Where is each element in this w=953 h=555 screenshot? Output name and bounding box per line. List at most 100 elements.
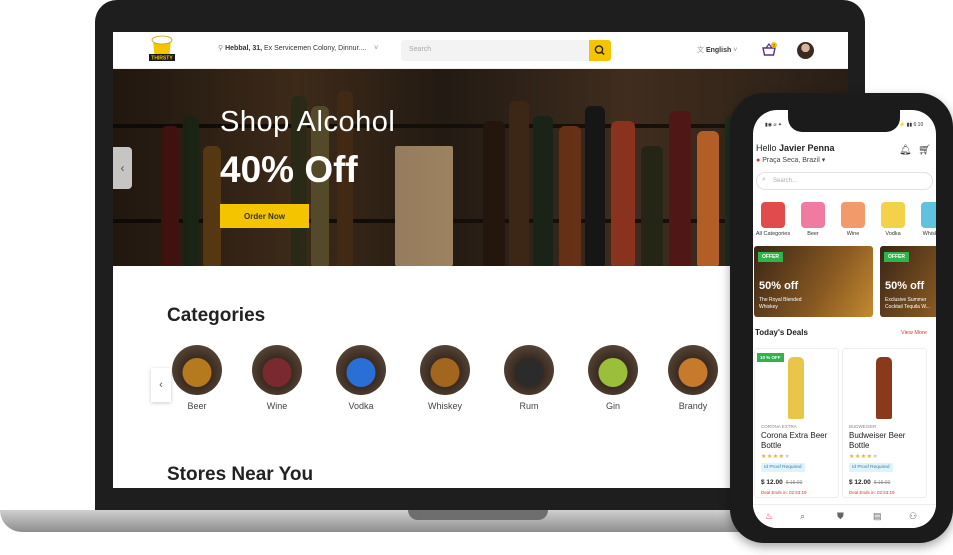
category-label: Vodka xyxy=(348,401,374,411)
category-icon xyxy=(761,202,785,228)
rating-stars: ★★★★★ xyxy=(761,453,790,460)
product-name: Corona Extra Beer Bottle xyxy=(761,431,828,450)
product-card[interactable]: 10 % OFF CORONA EXTRA Corona Extra Beer Bo… xyxy=(754,348,839,498)
category-item[interactable]: Vodka xyxy=(331,345,391,411)
mobile-category-label: Whiskey xyxy=(922,231,936,237)
category-label: Brandy xyxy=(678,401,708,411)
order-now-button[interactable]: Order Now xyxy=(220,204,309,228)
category-item[interactable]: Whiskey xyxy=(415,345,475,411)
language-selector[interactable]: 文 English ˅ xyxy=(697,45,737,55)
mobile-category-item[interactable]: All Categories xyxy=(753,202,793,237)
translate-icon: 文 xyxy=(697,47,704,54)
todays-deals-heading: Today's Deals xyxy=(755,328,808,337)
category-icon xyxy=(881,202,905,228)
greeting-prefix: Hello xyxy=(756,143,780,153)
mobile-location[interactable]: ● Praça Seca, Brazil ▾ xyxy=(756,156,825,164)
mobile-category-label: All Categories xyxy=(755,231,791,237)
deal-timer: Deal Ends in: 02:53:19 xyxy=(849,490,895,495)
search-bar[interactable]: Search xyxy=(401,40,611,61)
search-tab-icon[interactable]: ⌕ xyxy=(800,511,805,522)
current-price: $ 12.00 xyxy=(761,479,783,486)
offer-percent: 50% off xyxy=(759,280,799,292)
mobile-category-label: Beer xyxy=(807,231,819,237)
category-image xyxy=(172,345,222,395)
category-image xyxy=(588,345,638,395)
deal-timer: Deal Ends in: 02:53:19 xyxy=(761,490,807,495)
location-rest: Ex Servicemen Colony, Dinnur.... xyxy=(262,45,367,52)
category-item[interactable]: Rum xyxy=(499,345,559,411)
category-image xyxy=(336,345,386,395)
hero-title: Shop Alcohol xyxy=(220,106,396,138)
product-price: $ 12.00 $ 15.00 xyxy=(849,479,890,486)
category-icon xyxy=(801,202,825,228)
chevron-down-icon: ˅ xyxy=(374,45,379,52)
mobile-category-item[interactable]: Beer xyxy=(793,202,833,237)
mobile-category-item[interactable]: Wine xyxy=(833,202,873,237)
delivery-location[interactable]: ⚲ Hebbal, 31, Ex Servicemen Colony, Dinn… xyxy=(218,44,378,52)
phone-notch xyxy=(788,110,900,132)
categories-heading: Categories xyxy=(167,305,266,326)
offer-percent: 50% off xyxy=(885,280,925,292)
profile-tab-icon[interactable]: ⚇ xyxy=(909,511,917,522)
category-label: Rum xyxy=(519,401,539,411)
category-image xyxy=(668,345,718,395)
stores-near-you-heading: Stores Near You xyxy=(167,464,314,485)
product-brand: BUDWEISER xyxy=(849,424,877,429)
bell-icon[interactable]: 🔔︎ xyxy=(899,145,912,156)
mobile-category-item[interactable]: Whiskey xyxy=(913,202,936,237)
product-image xyxy=(876,357,892,419)
location-label: Praça Seca, Brazil xyxy=(762,157,820,164)
category-item[interactable]: Wine xyxy=(247,345,307,411)
pin-icon: ⚲ xyxy=(218,45,224,52)
chevron-down-icon: ˅ xyxy=(733,47,738,54)
star-filled-icon: ★★★★ xyxy=(761,454,785,460)
mobile-screen: ▮◉ ⌀ ✦ ⚡ ▮▮ 6:10 Hello Javier Penna ● Pr… xyxy=(753,110,936,528)
mobile-category-label: Wine xyxy=(846,231,860,237)
id-proof-badge: Id Proof Required xyxy=(761,463,805,472)
id-proof-badge: Id Proof Required xyxy=(849,463,893,472)
basket-icon[interactable]: 2 xyxy=(761,42,777,58)
user-name: Javier Penna xyxy=(779,143,835,153)
current-price: $ 12.00 xyxy=(849,479,871,486)
category-label: Gin xyxy=(605,401,620,411)
star-filled-icon: ★★★★ xyxy=(849,454,873,460)
product-brand: CORONA EXTRA xyxy=(761,424,797,429)
hero-prev-arrow[interactable]: ‹ xyxy=(113,147,132,189)
category-label: Wine xyxy=(266,401,288,411)
mobile-search-bar[interactable]: ⌕ Search... xyxy=(756,172,933,190)
language-label: English xyxy=(705,47,732,54)
mobile-category-item[interactable]: Vodka xyxy=(873,202,913,237)
product-card[interactable]: BUDWEISER Budweiser Beer Bottle ★★★★★ Id Pr… xyxy=(842,348,927,498)
status-bar-left: ▮◉ ⌀ ✦ xyxy=(765,122,783,128)
product-name: Budweiser Beer Bottle xyxy=(849,431,906,450)
location-prefix: Hebbal, 31, xyxy=(225,45,263,52)
offer-tag: OFFER xyxy=(758,252,783,262)
offer-card[interactable]: OFFER 50% off The Royal Blended Whiskey xyxy=(754,246,873,317)
product-image xyxy=(788,357,804,419)
old-price: $ 15.00 xyxy=(785,480,803,486)
search-input[interactable]: Search xyxy=(409,46,431,53)
search-icon xyxy=(594,45,605,56)
pin-icon: ● xyxy=(756,157,761,164)
offer-product-name: The Royal Blended Whiskey xyxy=(759,297,802,310)
search-button[interactable] xyxy=(589,40,611,61)
chevron-down-icon: ▾ xyxy=(821,157,826,164)
category-item[interactable]: Brandy xyxy=(663,345,723,411)
mobile-search-input[interactable]: Search... xyxy=(773,178,797,184)
offer-product-name: Exclusive Summer Cocktail Tequila W... xyxy=(885,297,930,310)
status-bar-right: ⚡ ▮▮ 6:10 xyxy=(899,122,924,128)
home-tab-icon[interactable]: ♨ xyxy=(765,511,773,522)
bag-tab-icon[interactable]: ⛊ xyxy=(837,511,844,522)
offer-tag: OFFER xyxy=(884,252,909,262)
category-item[interactable]: Beer xyxy=(167,345,227,411)
orders-tab-icon[interactable]: ▤ xyxy=(873,511,882,522)
cart-icon[interactable]: 🛒︎ xyxy=(918,145,931,156)
category-image xyxy=(504,345,554,395)
offer-card[interactable]: OFFER 50% off Exclusive Summer Cocktail Te… xyxy=(880,246,936,317)
category-item[interactable]: Gin xyxy=(583,345,643,411)
thirsty-logo[interactable]: THIRSTY xyxy=(147,35,177,66)
avatar[interactable] xyxy=(797,42,814,59)
bottom-tab-bar: ♨ ⌕ ⛊ ▤ ⚇ xyxy=(753,504,936,528)
view-more-link[interactable]: View More xyxy=(901,330,927,336)
search-icon: ⌕ xyxy=(762,176,766,183)
